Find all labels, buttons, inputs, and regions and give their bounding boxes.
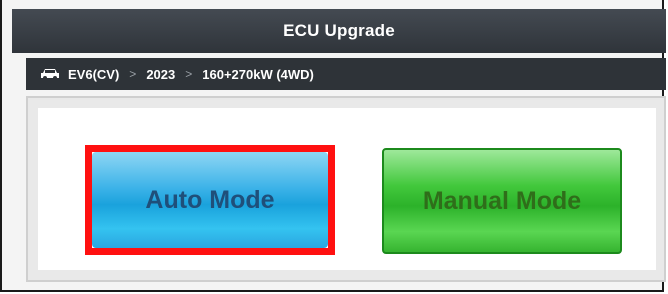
breadcrumb-item-year[interactable]: 2023 — [146, 67, 175, 82]
manual-mode-button[interactable]: Manual Mode — [382, 148, 622, 254]
breadcrumb-item-engine[interactable]: 160+270kW (4WD) — [202, 67, 314, 82]
mode-selection-panel: Auto Mode Manual Mode — [26, 96, 666, 282]
chevron-right-icon: > — [185, 67, 193, 81]
page-title: ECU Upgrade — [283, 21, 395, 40]
auto-mode-button[interactable]: Auto Mode — [92, 152, 328, 248]
chevron-right-icon: > — [129, 67, 137, 81]
breadcrumb: EV6(CV) > 2023 > 160+270kW (4WD) — [26, 58, 666, 90]
car-icon — [41, 69, 59, 80]
app-window: ECU Upgrade EV6(CV) > 2023 > 160+270kW (… — [0, 0, 666, 292]
breadcrumb-item-model[interactable]: EV6(CV) — [68, 67, 119, 82]
mode-selection-area: Auto Mode Manual Mode — [38, 108, 656, 270]
auto-mode-label: Auto Mode — [145, 185, 275, 214]
manual-mode-label: Manual Mode — [422, 186, 582, 215]
title-bar: ECU Upgrade — [12, 9, 666, 53]
